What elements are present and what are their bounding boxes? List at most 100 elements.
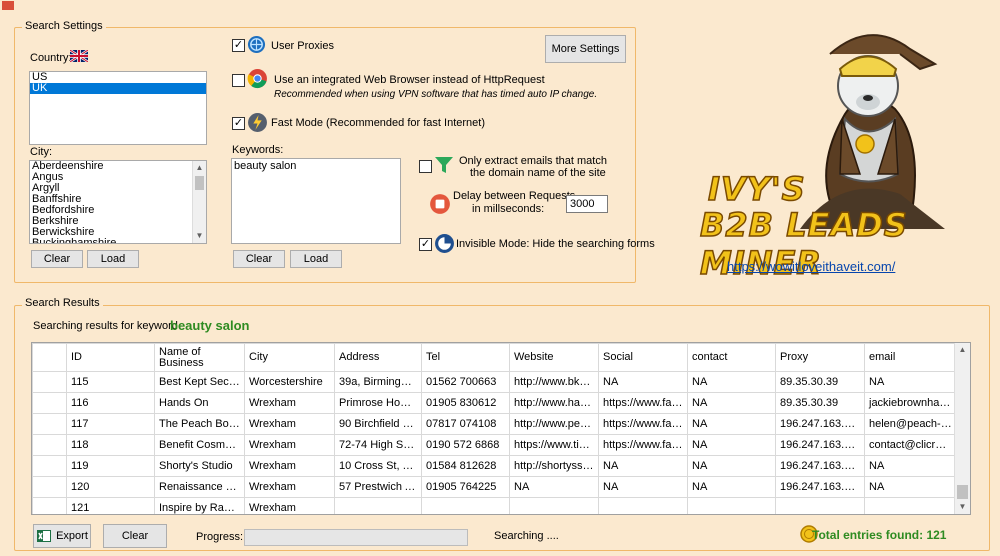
table-cell[interactable]: NA bbox=[598, 371, 688, 393]
fast-mode-checkbox[interactable]: ✓ bbox=[232, 117, 245, 130]
table-cell[interactable]: NA bbox=[864, 455, 957, 477]
table-cell[interactable]: Inspire by Rachel bbox=[154, 497, 245, 514]
table-cell[interactable]: NA bbox=[687, 392, 776, 414]
table-cell[interactable]: 01562 700663 bbox=[421, 371, 510, 393]
table-cell[interactable]: 196.247.163.243 bbox=[775, 455, 865, 477]
table-cell[interactable] bbox=[334, 497, 422, 514]
column-header-tel[interactable]: Tel bbox=[421, 343, 510, 372]
table-cell[interactable] bbox=[687, 497, 776, 514]
table-cell[interactable]: http://www.peac... bbox=[509, 413, 599, 435]
results-grid[interactable]: ID Name of Business City Address Tel Web… bbox=[31, 342, 971, 515]
scroll-up-icon[interactable]: ▲ bbox=[955, 343, 970, 357]
table-cell[interactable]: Worcestershire bbox=[244, 371, 335, 393]
table-cell[interactable]: 72-74 High Street... bbox=[334, 434, 422, 456]
column-header-city[interactable]: City bbox=[244, 343, 335, 372]
website-link[interactable]: https://wowitloveithaveit.com/ bbox=[727, 259, 895, 274]
row-header[interactable] bbox=[32, 476, 67, 498]
table-cell[interactable]: NA bbox=[687, 434, 776, 456]
table-cell[interactable]: Shorty's Studio bbox=[154, 455, 245, 477]
table-row[interactable]: 120 Renaissance Hair Wrexham 57 Prestwich A… bbox=[32, 476, 957, 498]
table-cell[interactable]: 39a, Birmingham ... bbox=[334, 371, 422, 393]
table-cell[interactable]: https://www.face... bbox=[598, 413, 688, 435]
table-row[interactable]: 118 Benefit Cosmetics Wrexham 72-74 High St… bbox=[32, 434, 957, 456]
keywords-value[interactable]: beauty salon bbox=[232, 159, 400, 172]
table-cell[interactable]: NA bbox=[509, 476, 599, 498]
table-cell[interactable]: contact@clicrdv.... bbox=[864, 434, 957, 456]
table-cell[interactable] bbox=[864, 497, 957, 514]
table-cell[interactable]: NA bbox=[864, 371, 957, 393]
city-item[interactable]: Buckinghamshire bbox=[30, 238, 206, 244]
table-row[interactable]: 117 The Peach Bouti Wrexham 90 Birchfield R… bbox=[32, 413, 957, 435]
delay-input[interactable] bbox=[566, 195, 608, 213]
table-row[interactable]: 119 Shorty's Studio Wrexham 10 Cross St, Te… bbox=[32, 455, 957, 477]
scroll-thumb[interactable] bbox=[195, 176, 204, 190]
table-cell[interactable]: 116 bbox=[66, 392, 155, 414]
table-cell[interactable]: 01584 812628 bbox=[421, 455, 510, 477]
results-clear-button[interactable]: Clear bbox=[103, 524, 167, 548]
row-header[interactable] bbox=[32, 455, 67, 477]
scroll-thumb[interactable] bbox=[957, 485, 968, 499]
table-cell[interactable]: http://www.bksbl... bbox=[509, 371, 599, 393]
table-cell[interactable]: Wrexham bbox=[244, 455, 335, 477]
table-cell[interactable]: 196.247.163.243 bbox=[775, 413, 865, 435]
table-cell[interactable]: Wrexham bbox=[244, 476, 335, 498]
table-cell[interactable]: 07817 074108 bbox=[421, 413, 510, 435]
table-cell[interactable]: Wrexham bbox=[244, 413, 335, 435]
keywords-load-button[interactable]: Load bbox=[290, 250, 342, 268]
row-header[interactable] bbox=[32, 392, 67, 414]
table-cell[interactable]: 90 Birchfield Rd, ... bbox=[334, 413, 422, 435]
use-proxies-checkbox[interactable]: ✓ bbox=[232, 39, 245, 52]
table-cell[interactable] bbox=[598, 497, 688, 514]
row-header[interactable] bbox=[32, 413, 67, 435]
row-header[interactable] bbox=[32, 497, 67, 514]
table-cell[interactable]: Hands On bbox=[154, 392, 245, 414]
city-list-scrollbar[interactable]: ▲ ▼ bbox=[192, 161, 206, 243]
table-cell[interactable]: 0190 572 6868 bbox=[421, 434, 510, 456]
table-cell[interactable]: https://www.fac... bbox=[598, 392, 688, 414]
table-cell[interactable]: NA bbox=[687, 476, 776, 498]
table-cell[interactable]: http://shortysstu... bbox=[509, 455, 599, 477]
city-clear-button[interactable]: Clear bbox=[31, 250, 83, 268]
country-list[interactable]: US UK bbox=[29, 71, 207, 145]
table-cell[interactable]: 115 bbox=[66, 371, 155, 393]
table-cell[interactable]: NA bbox=[864, 476, 957, 498]
table-cell[interactable]: 89.35.30.39 bbox=[775, 392, 865, 414]
table-cell[interactable] bbox=[509, 497, 599, 514]
table-cell[interactable]: NA bbox=[598, 476, 688, 498]
table-cell[interactable] bbox=[775, 497, 865, 514]
table-cell[interactable]: 196.247.163.243 bbox=[775, 434, 865, 456]
keywords-clear-button[interactable]: Clear bbox=[233, 250, 285, 268]
table-cell[interactable]: 120 bbox=[66, 476, 155, 498]
results-scrollbar[interactable]: ▲ ▼ bbox=[954, 343, 970, 514]
table-cell[interactable]: NA bbox=[687, 371, 776, 393]
table-cell[interactable]: Primrose House J... bbox=[334, 392, 422, 414]
table-cell[interactable]: helen@peach-bo... bbox=[864, 413, 957, 435]
country-item-uk[interactable]: UK bbox=[30, 83, 206, 94]
keywords-textarea[interactable]: beauty salon bbox=[231, 158, 401, 244]
city-list[interactable]: Aberdeenshire Angus Argyll Banffshire Be… bbox=[29, 160, 207, 244]
table-row[interactable]: 121 Inspire by Rachel Wrexham bbox=[32, 497, 957, 514]
table-cell[interactable]: Renaissance Hair bbox=[154, 476, 245, 498]
column-header-website[interactable]: Website bbox=[509, 343, 599, 372]
table-row[interactable]: 116Hands OnWrexhamPrimrose House J...019… bbox=[32, 392, 957, 414]
column-header-name[interactable]: Name of Business bbox=[154, 343, 245, 372]
table-cell[interactable]: 117 bbox=[66, 413, 155, 435]
row-header[interactable] bbox=[32, 434, 67, 456]
table-cell[interactable]: NA bbox=[687, 455, 776, 477]
table-cell[interactable]: The Peach Bouti bbox=[154, 413, 245, 435]
table-row[interactable]: 115 Best Kept Secret Worcestershire 39a, Bi… bbox=[32, 371, 957, 393]
scroll-up-icon[interactable]: ▲ bbox=[193, 161, 206, 175]
country-item-us[interactable]: US bbox=[30, 72, 206, 83]
table-cell[interactable]: https://www.time... bbox=[509, 434, 599, 456]
table-cell[interactable]: http://www.hand... bbox=[509, 392, 599, 414]
table-cell[interactable]: 196.247.163.243 bbox=[775, 476, 865, 498]
row-header[interactable] bbox=[32, 371, 67, 393]
table-cell[interactable]: https://www.fac... bbox=[598, 434, 688, 456]
scroll-down-icon[interactable]: ▼ bbox=[955, 500, 970, 514]
table-cell[interactable]: NA bbox=[598, 455, 688, 477]
scroll-down-icon[interactable]: ▼ bbox=[193, 229, 206, 243]
table-cell[interactable]: 89.35.30.39 bbox=[775, 371, 865, 393]
table-cell[interactable]: Wrexham bbox=[244, 434, 335, 456]
table-cell[interactable]: Benefit Cosmetics bbox=[154, 434, 245, 456]
table-cell[interactable]: Best Kept Secret bbox=[154, 371, 245, 393]
